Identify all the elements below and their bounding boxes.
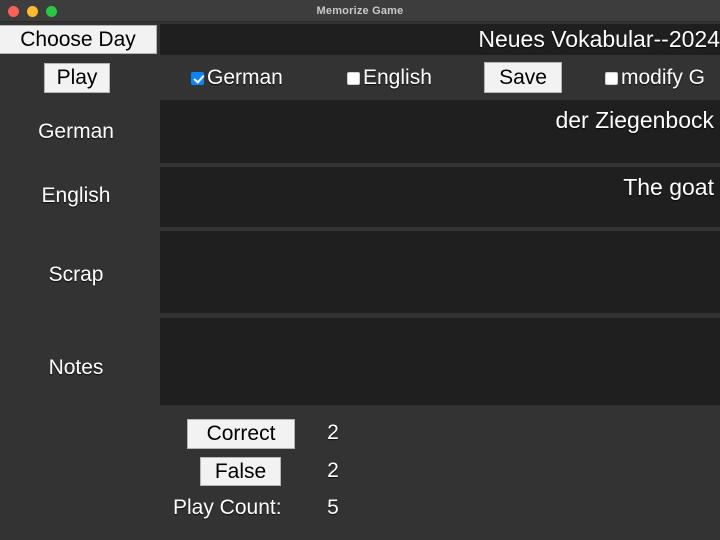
checkbox-german-box[interactable] xyxy=(191,72,204,85)
english-text-value: The goat xyxy=(623,173,714,201)
sidebar-item-scrap: Scrap xyxy=(0,263,152,287)
checkbox-modify-german-label: modify G xyxy=(621,64,705,92)
scrap-text-field[interactable] xyxy=(160,231,720,313)
sidebar-item-german: German xyxy=(0,120,152,144)
deck-title: Neues Vokabular--2024 xyxy=(478,24,720,55)
false-count: 2 xyxy=(320,459,346,483)
deck-title-strip: Neues Vokabular--2024 xyxy=(160,24,720,55)
checkbox-modify-german-box[interactable] xyxy=(605,72,618,85)
choose-day-button[interactable]: Choose Day xyxy=(0,25,157,54)
german-text-field[interactable]: der Ziegenbock xyxy=(160,100,720,163)
app-window: Memorize Game Choose Day Neues Vokabular… xyxy=(0,0,720,540)
sidebar-item-english: English xyxy=(0,184,152,208)
notes-text-field[interactable] xyxy=(160,318,720,405)
checkbox-modify-german[interactable]: modify G xyxy=(605,64,705,92)
window-titlebar: Memorize Game xyxy=(0,0,720,22)
checkbox-english-label: English xyxy=(363,64,432,92)
false-button[interactable]: False xyxy=(200,457,281,486)
play-button[interactable]: Play xyxy=(44,63,110,93)
german-text-value: der Ziegenbock xyxy=(555,106,714,134)
play-count-label: Play Count: xyxy=(173,496,282,520)
sidebar-item-notes: Notes xyxy=(0,356,152,380)
save-button[interactable]: Save xyxy=(484,62,562,93)
correct-count: 2 xyxy=(320,421,346,445)
window-title: Memorize Game xyxy=(0,0,720,22)
checkbox-german-label: German xyxy=(207,64,283,92)
play-count-value: 5 xyxy=(320,496,346,520)
correct-button[interactable]: Correct xyxy=(187,419,295,449)
english-text-field[interactable]: The goat xyxy=(160,167,720,227)
checkbox-english-box[interactable] xyxy=(347,72,360,85)
toolbar: Play German English Save modify G xyxy=(0,60,720,98)
checkbox-german[interactable]: German xyxy=(191,64,283,92)
checkbox-english[interactable]: English xyxy=(347,64,432,92)
